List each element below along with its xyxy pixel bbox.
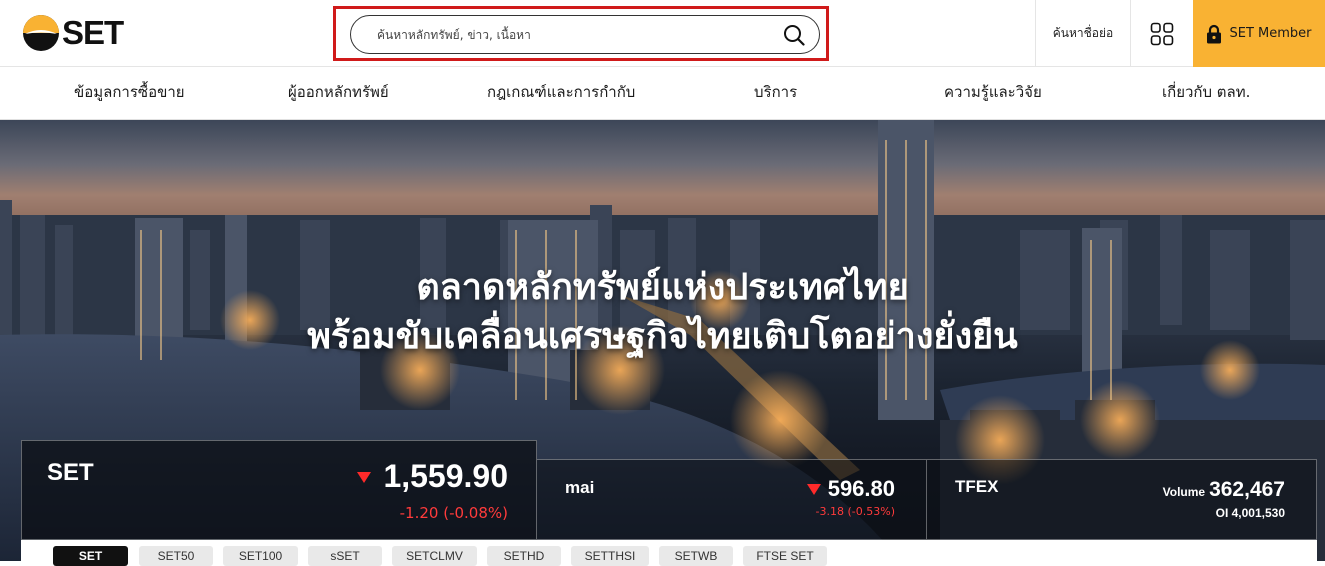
nav-item-knowledge-research[interactable]: ความรู้และวิจัย — [944, 67, 1042, 120]
tab-setthsi[interactable]: SETTHSI — [571, 546, 649, 566]
set-member-label: SET Member — [1229, 26, 1312, 41]
tfex-open-interest: OI 4,001,530 — [1215, 506, 1285, 520]
logo-text: SET — [62, 14, 124, 51]
grid-menu-icon — [1150, 22, 1174, 45]
set-member-button[interactable]: SET Member — [1193, 0, 1325, 67]
tfex-volume-label: Volume — [1162, 485, 1206, 499]
search-input[interactable] — [375, 16, 775, 53]
lock-icon — [1207, 24, 1222, 43]
set-index-value: 1,559.90 — [383, 458, 508, 494]
mai-index-name: mai — [565, 478, 595, 497]
mai-index-change: -3.18 (-0.53%) — [815, 505, 895, 518]
tab-setwb[interactable]: SETWB — [659, 546, 733, 566]
main-navigation: ข้อมูลการซื้อขาย ผู้ออกหลักทรัพย์ กฎเกณฑ… — [0, 67, 1325, 120]
quick-symbol-search-label: ค้นหาชื่อย่อ — [1052, 26, 1114, 40]
tfex-name: TFEX — [955, 477, 999, 496]
tfex-card[interactable]: TFEX Volume 362,467 OI 4,001,530 — [927, 459, 1317, 540]
set-logo[interactable]: SET — [22, 14, 124, 52]
quick-symbol-search-button[interactable]: ค้นหาชื่อย่อ — [1036, 0, 1130, 67]
hero-title-line-2: พร้อมขับเคลื่อนเศรษฐกิจไทยเติบโตอย่างยั่… — [307, 316, 1018, 357]
down-arrow-icon — [807, 484, 821, 495]
index-tabs: SET SET50 SET100 sSET SETCLMV SETHD SETT… — [21, 540, 1317, 566]
set-logo-icon — [23, 15, 59, 51]
tab-setclmv[interactable]: SETCLMV — [392, 546, 477, 566]
set-index-change: -1.20 (-0.08%) — [399, 504, 508, 522]
tab-set50[interactable]: SET50 — [139, 546, 213, 566]
mai-index-card[interactable]: mai 596.80 -3.18 (-0.53%) — [537, 459, 927, 540]
tfex-volume-value: 362,467 — [1209, 478, 1285, 501]
top-header: SET ค้นหาชื่อย่อ SET Member — [0, 0, 1325, 67]
nav-item-trading-data[interactable]: ข้อมูลการซื้อขาย — [74, 67, 185, 120]
tab-set[interactable]: SET — [53, 546, 128, 566]
set-index-name: SET — [47, 459, 94, 486]
tab-sset[interactable]: sSET — [308, 546, 382, 566]
app-menu-button[interactable] — [1131, 0, 1193, 67]
nav-item-rules-regulation[interactable]: กฎเกณฑ์และการกำกับ — [487, 67, 635, 120]
nav-item-listed-companies[interactable]: ผู้ออกหลักทรัพย์ — [288, 67, 389, 120]
tab-set100[interactable]: SET100 — [223, 546, 298, 566]
tfex-volume-row: Volume 362,467 — [1163, 478, 1285, 502]
tab-sethd[interactable]: SETHD — [487, 546, 561, 566]
down-arrow-icon — [357, 472, 371, 483]
search-icon[interactable] — [783, 24, 805, 46]
nav-item-about-set[interactable]: เกี่ยวกับ ตลท. — [1162, 67, 1250, 120]
search-box[interactable] — [350, 15, 820, 54]
tab-ftse-set[interactable]: FTSE SET — [743, 546, 827, 566]
mai-index-value: 596.80 — [827, 476, 895, 501]
set-index-card[interactable]: SET 1,559.90 -1.20 (-0.08%) — [21, 440, 537, 540]
nav-item-services[interactable]: บริการ — [754, 67, 797, 120]
